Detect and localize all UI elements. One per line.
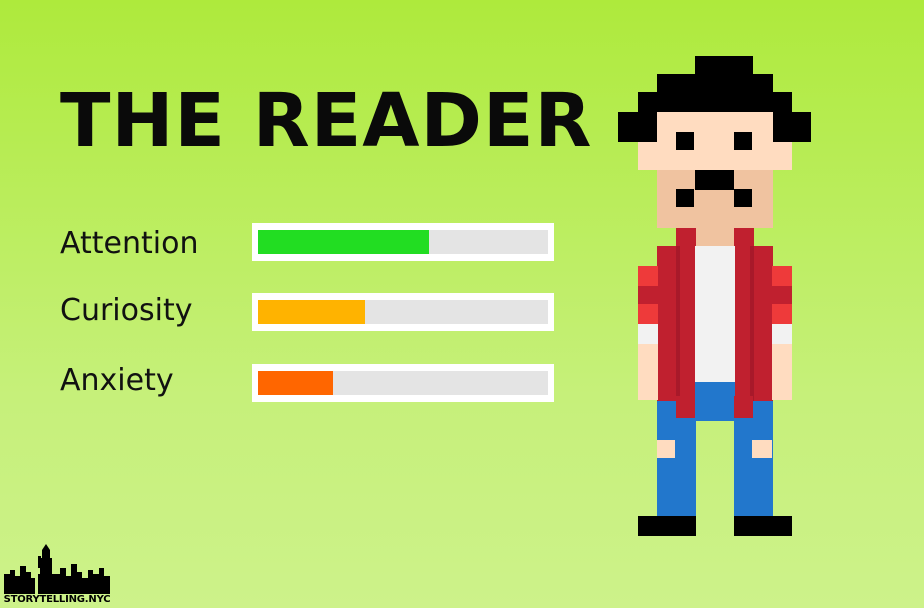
meter-label-curiosity: Curiosity [60, 293, 193, 328]
meter-label-anxiety: Anxiety [60, 363, 174, 398]
logo-text: STORYTELLING.NYC [3, 594, 111, 605]
meter-label-attention: Attention [60, 226, 199, 261]
meter-fill-anxiety [258, 371, 334, 395]
page-title: THE READER [60, 78, 593, 164]
meter-bar-curiosity [252, 293, 554, 331]
nyc-skyline-liberty-icon [4, 544, 110, 594]
meter-bar-attention [252, 223, 554, 261]
meter-fill-attention [258, 230, 430, 254]
pixel-reader-character-icon [618, 56, 811, 536]
storytelling-logo: STORYTELLING.NYC [2, 544, 112, 606]
meter-fill-curiosity [258, 300, 366, 324]
meter-bar-anxiety [252, 364, 554, 402]
